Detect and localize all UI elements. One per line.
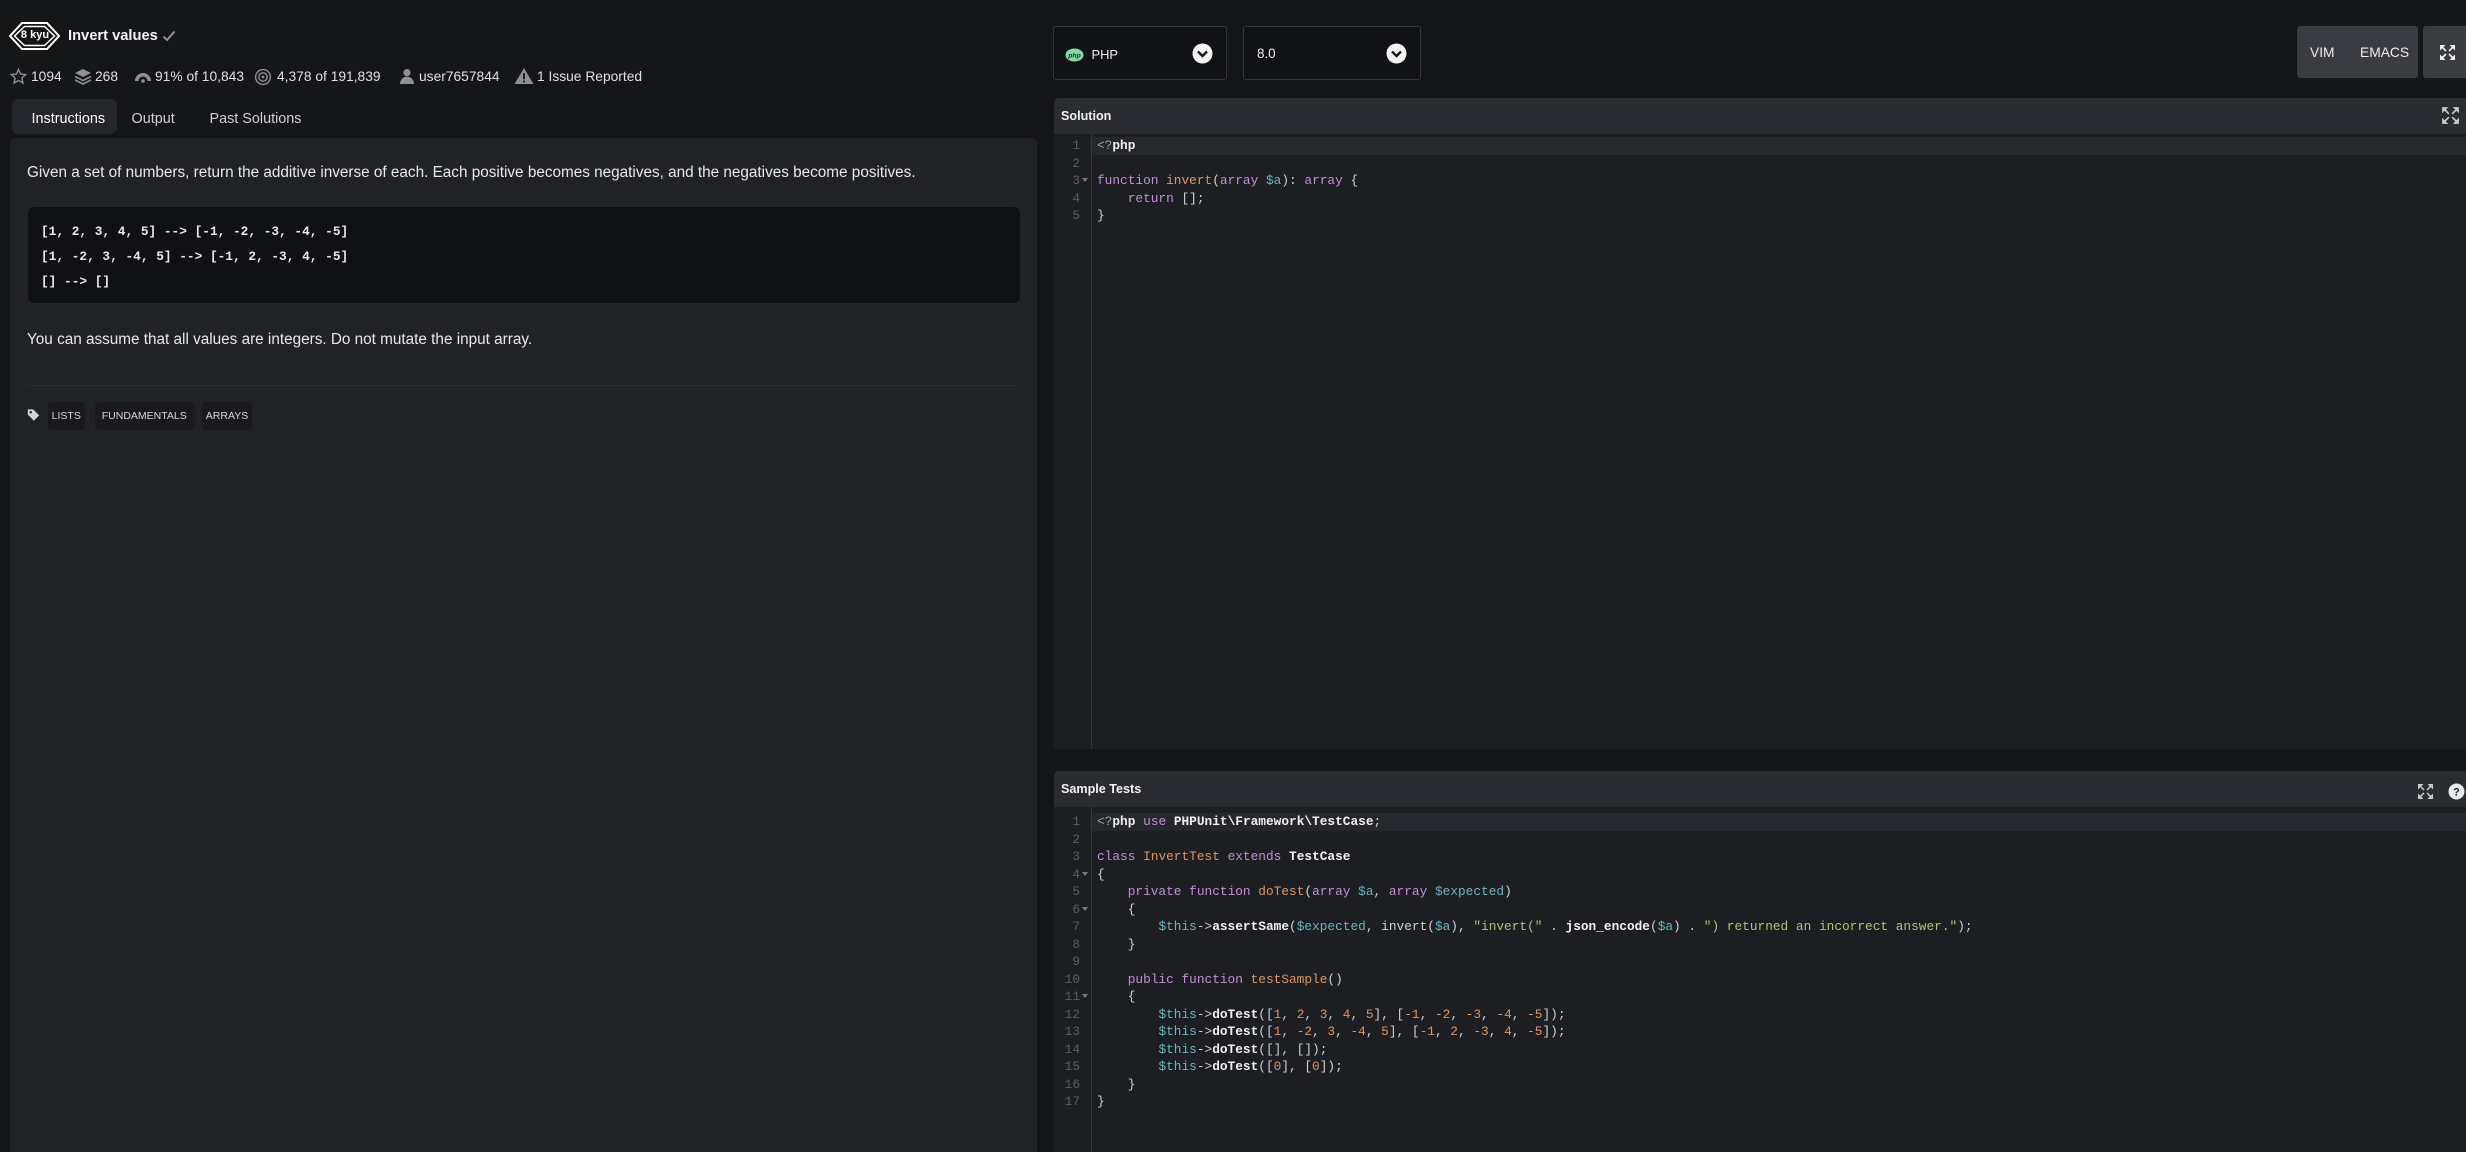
svg-text:php: php: [1067, 52, 1080, 59]
svg-text:?: ?: [2453, 786, 2460, 798]
